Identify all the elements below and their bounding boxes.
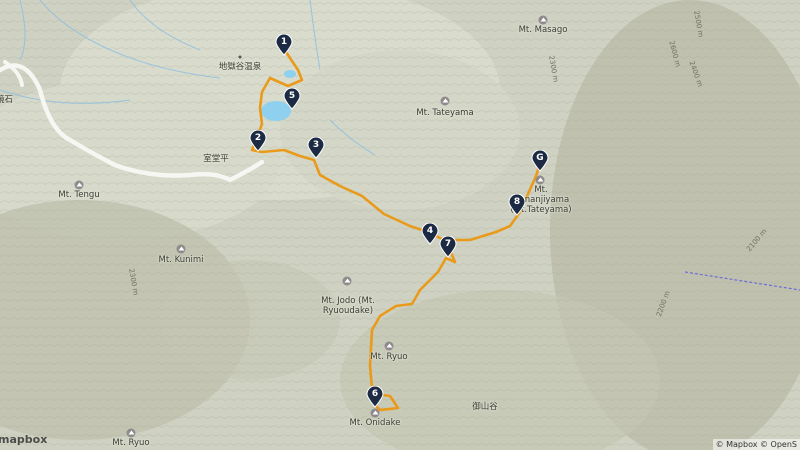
place-label: 御山谷 <box>472 402 498 412</box>
peak-icon[interactable] <box>176 244 186 254</box>
peak-label: Mt. Jodo (Mt. Ryuoudake) <box>321 296 375 316</box>
waypoint-pin[interactable]: 2 <box>249 130 267 152</box>
waypoint-pin[interactable]: 5 <box>283 88 301 110</box>
waypoint-pin[interactable]: 1 <box>275 34 293 56</box>
mapbox-logo[interactable]: mapbox <box>0 433 47 446</box>
waypoint-pin[interactable]: 7 <box>439 236 457 258</box>
place-label: 鏡石 <box>0 95 14 105</box>
pond <box>284 70 296 78</box>
peak-icon[interactable] <box>384 341 394 351</box>
peak-label: Mt. Tengu <box>58 190 100 200</box>
goal-pin[interactable]: G <box>531 150 549 172</box>
peak-icon[interactable] <box>440 96 450 106</box>
peak-icon[interactable] <box>342 276 352 286</box>
attribution-text[interactable]: © Mapbox © OpenS <box>712 439 800 450</box>
waypoint-pin[interactable]: 8 <box>508 194 526 216</box>
waypoint-pin[interactable]: 3 <box>307 137 325 159</box>
peak-label: Mt. Ryuo <box>112 438 150 448</box>
terrain-layer <box>0 0 800 450</box>
peak-label: Mt. Kunimi <box>158 255 204 265</box>
waypoint-pin[interactable]: 6 <box>366 386 384 408</box>
place-dot <box>238 55 242 59</box>
peak-label: Mt. Tateyama <box>416 108 474 118</box>
peak-icon[interactable] <box>538 15 548 25</box>
waypoint-pin[interactable]: 4 <box>421 223 439 245</box>
peak-icon[interactable] <box>126 428 136 438</box>
peak-icon[interactable] <box>370 408 380 418</box>
map-canvas[interactable]: 2500 m 2600 m 2400 m 2300 m 2100 m 2200 … <box>0 0 800 450</box>
place-label: 地獄谷温泉 <box>218 62 262 72</box>
peak-label: Mt. Masago <box>518 25 568 35</box>
place-label: 室堂平 <box>203 154 229 164</box>
peak-label: Mt. Ryuo <box>370 352 408 362</box>
peak-label: Mt. Onidake <box>349 418 401 428</box>
peak-icon[interactable] <box>74 180 84 190</box>
peak-icon[interactable] <box>535 175 545 185</box>
